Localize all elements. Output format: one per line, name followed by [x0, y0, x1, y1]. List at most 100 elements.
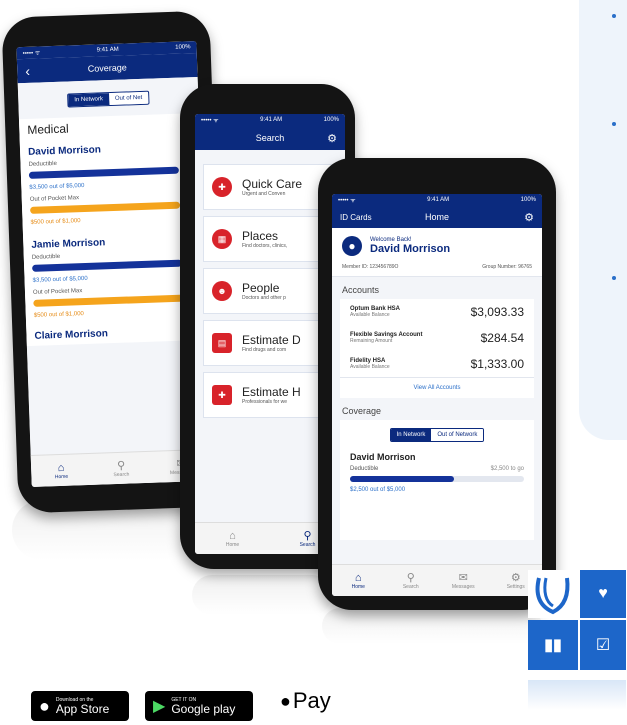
back-arrow-icon[interactable]: ‹ [25, 63, 30, 79]
document-icon: ▤ [212, 333, 232, 353]
member-id: Member ID: 123456789O [342, 264, 399, 270]
building-icon: ▦ [212, 229, 232, 249]
member-block: Jamie Morrison Deductible $3,500 out of … [31, 234, 198, 319]
tab-out-of-network[interactable]: Out of Network [431, 429, 484, 441]
phone-home: ••••• ᯤ 9:41 AM 100% ID Cards Home ⚙ ● W… [318, 158, 556, 610]
view-all-accounts-link[interactable]: View All Accounts [340, 377, 534, 398]
page-title: Home [424, 212, 449, 222]
apple-logo-icon: ● [280, 690, 291, 711]
accounts-heading: Accounts [342, 285, 380, 295]
deductible-track [350, 476, 524, 482]
bar-chart-icon: ▮▮ [544, 637, 562, 654]
home-icon: ⌂ [354, 571, 362, 584]
bullet [612, 14, 616, 18]
app-store-badge[interactable]: ● Download on the App Store [31, 691, 129, 721]
network-toggle: In Network Out of Network [350, 428, 524, 442]
status-time: 9:41 AM [96, 46, 119, 54]
oop-amount: $500 out of $1,000 [30, 218, 81, 226]
account-row[interactable]: Flexible Savings Account Remaining Amount… [340, 325, 534, 351]
coverage-card: In Network Out of Network David Morrison… [340, 420, 534, 540]
tab-home[interactable]: ⌂ Home [332, 565, 385, 596]
search-item-quick-care[interactable]: ✚ Quick Care Urgent and Conven [203, 164, 337, 210]
chart-tile[interactable]: ▮▮ [528, 620, 578, 670]
group-number: Group Number: 96765 [482, 264, 532, 270]
welcome-card: ● Welcome Back! David Morrison [332, 228, 542, 260]
quick-care-icon: ✚ [212, 177, 232, 197]
tile-reflection [528, 680, 626, 710]
gear-icon[interactable]: ⚙ [327, 132, 337, 145]
tab-in-network[interactable]: In Network [390, 429, 432, 441]
member-name[interactable]: David Morrison [28, 141, 192, 158]
signal-indicator: ••••• ᯤ [338, 198, 356, 204]
oop-bar [33, 294, 184, 307]
home-icon: ⌂ [57, 461, 65, 474]
section-title: Medical [27, 121, 69, 137]
medical-kit-icon: ✚ [212, 385, 232, 405]
account-balance: $3,093.33 [470, 305, 524, 319]
status-bar: ••••• ᯤ 9:41 AM 100% [195, 114, 345, 126]
member-name[interactable]: Jamie Morrison [31, 234, 195, 251]
tab-search[interactable]: ⚲ Search [91, 452, 152, 485]
search-item-estimate-drugs[interactable]: ▤ Estimate D Find drugs and com [203, 320, 337, 366]
tab-bar: ⌂ Home ⚲ Search ✉ Messages ⚙ Settings [332, 564, 542, 596]
account-row[interactable]: Fidelity HSA Available Balance $1,333.00 [340, 351, 534, 377]
side-panel [579, 0, 627, 440]
tab-messages[interactable]: ✉Messages [437, 565, 490, 596]
nav-bar: Search ⚙ [195, 126, 345, 150]
deductible-amount: $2,500 out of $5,000 [350, 487, 406, 493]
network-toggle: In Network Out of Net [18, 89, 198, 109]
google-play-badge[interactable]: ▶ GET IT ON Google play [145, 691, 253, 721]
accounts-card: Optum Bank HSA Available Balance $3,093.3… [340, 299, 534, 398]
deductible-bar [350, 476, 455, 482]
battery-indicator: 100% [175, 44, 191, 51]
coverage-heading: Coverage [342, 406, 382, 416]
avatar-icon: ● [342, 236, 362, 256]
deductible-bar [32, 259, 183, 272]
member-name[interactable]: Claire Morrison [34, 325, 198, 342]
account-row[interactable]: Optum Bank HSA Available Balance $3,093.3… [340, 299, 534, 325]
status-bar: ••••• ᯤ 9:41 AM 100% [332, 194, 542, 206]
search-item-places[interactable]: ▦ Places Find doctors, clinics, [203, 216, 337, 262]
search-icon: ⚲ [116, 459, 126, 473]
nav-bar: ID Cards Home ⚙ [332, 206, 542, 228]
uhc-logo-tile [528, 570, 578, 618]
search-item-estimate-health[interactable]: ✚ Estimate H Professionals for we [203, 372, 337, 418]
heart-pulse-icon: ♥ [598, 585, 608, 602]
status-time: 9:41 AM [427, 197, 450, 203]
battery-indicator: 100% [323, 117, 339, 123]
deductible-label: Deductible [350, 466, 379, 472]
deductible-bar [28, 166, 179, 179]
account-balance: $1,333.00 [470, 357, 524, 371]
people-icon: ☻ [212, 281, 232, 301]
play-triangle-icon: ▶ [153, 698, 166, 715]
tab-home[interactable]: ⌂ Home [31, 454, 92, 487]
tab-out-of-network[interactable]: Out of Net [108, 91, 149, 106]
app-store-large-text: App Store [55, 701, 110, 716]
medical-card: Medical David Morrison Deductible $3,500… [18, 112, 207, 347]
search-item-people[interactable]: ☻ People Doctors and other p [203, 268, 337, 314]
account-balance: $284.54 [480, 331, 524, 345]
phone-reflection [322, 608, 542, 644]
gear-icon[interactable]: ⚙ [524, 211, 534, 224]
tab-home[interactable]: ⌂ Home [195, 523, 270, 554]
page-title: Coverage [87, 62, 127, 74]
home-icon: ⌂ [229, 529, 236, 542]
bullet [612, 276, 616, 280]
apple-pay-mark: ● Pay [280, 688, 331, 714]
battery-indicator: 100% [520, 197, 536, 203]
apple-logo-icon: ● [39, 695, 50, 716]
remaining-amount: $2,500 to go [490, 466, 524, 472]
apple-pay-text: Pay [292, 688, 331, 713]
signal-indicator: ••••• ᯤ [201, 118, 219, 124]
search-icon: ⚲ [406, 572, 415, 584]
deductible-amount: $3,500 out of $5,000 [32, 275, 88, 284]
id-cards-link[interactable]: ID Cards [340, 213, 372, 222]
clipboard-tile[interactable]: ☑ [580, 620, 626, 670]
tab-in-network[interactable]: In Network [68, 93, 110, 107]
signal-indicator: ••••• ᯤ [22, 50, 41, 58]
heart-rate-tile[interactable]: ♥ [580, 570, 626, 618]
status-time: 9:41 AM [260, 117, 283, 123]
page-title: Search [255, 133, 285, 143]
mail-icon: ✉ [458, 572, 468, 584]
tab-search[interactable]: ⚲ Search [385, 565, 438, 596]
